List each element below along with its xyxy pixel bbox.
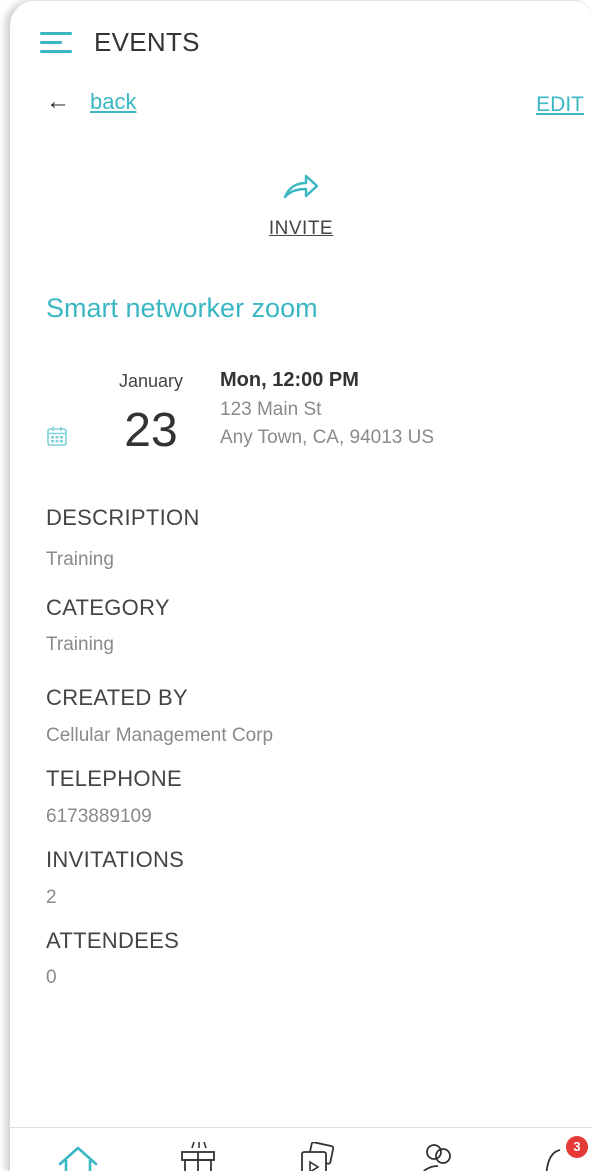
- invitations-value: 2: [46, 887, 57, 908]
- nav-people[interactable]: [416, 1142, 460, 1171]
- page-title: EVENTS: [94, 26, 200, 57]
- gift-icon: [181, 1141, 215, 1171]
- event-date-block: January 23 Mon, 12:00 PM 123 Main St Any…: [46, 367, 566, 467]
- telephone-label: TELEPHONE: [46, 766, 182, 791]
- created-by-label: CREATED BY: [46, 685, 188, 710]
- share-icon: [283, 174, 319, 199]
- back-link[interactable]: back: [90, 89, 136, 115]
- event-address-line2: Any Town, CA, 94013 US: [220, 427, 435, 448]
- bottom-nav: 3: [10, 1127, 592, 1171]
- nav-notifications[interactable]: 3: [538, 1136, 588, 1171]
- event-address-line1: 123 Main St: [220, 399, 322, 420]
- hamburger-menu-icon[interactable]: [40, 31, 72, 53]
- calendar-icon: [47, 426, 67, 446]
- app-screen: EVENTS ← back EDIT INVITE Smart networke…: [8, 0, 592, 1171]
- nav-gifts[interactable]: [176, 1141, 220, 1171]
- attendees-value: 0: [46, 967, 57, 988]
- invite-label: INVITE: [268, 218, 334, 239]
- invite-button[interactable]: INVITE: [10, 169, 592, 240]
- media-icon: [301, 1141, 335, 1171]
- event-time: Mon, 12:00 PM: [220, 369, 359, 391]
- attendees-label: ATTENDEES: [46, 928, 180, 953]
- category-value: Training: [46, 634, 114, 655]
- home-icon: [58, 1146, 98, 1171]
- telephone-value: 6173889109: [46, 806, 152, 827]
- nav-home[interactable]: [56, 1142, 100, 1171]
- created-by-value: Cellular Management Corp: [46, 725, 274, 746]
- people-icon: [422, 1144, 451, 1171]
- edit-link[interactable]: EDIT: [536, 93, 584, 117]
- event-title: Smart networker zoom: [46, 293, 318, 323]
- notification-badge: 3: [566, 1136, 588, 1158]
- back-arrow-icon[interactable]: ←: [46, 90, 70, 114]
- invitations-label: INVITATIONS: [46, 847, 185, 872]
- back-row: ← back: [46, 89, 136, 115]
- event-month: January: [118, 371, 184, 391]
- event-day: 23: [124, 404, 178, 457]
- top-bar: EVENTS: [40, 27, 200, 57]
- description-label: DESCRIPTION: [46, 505, 200, 530]
- nav-media[interactable]: [296, 1141, 340, 1171]
- description-value: Training: [46, 549, 114, 570]
- category-label: CATEGORY: [46, 595, 170, 620]
